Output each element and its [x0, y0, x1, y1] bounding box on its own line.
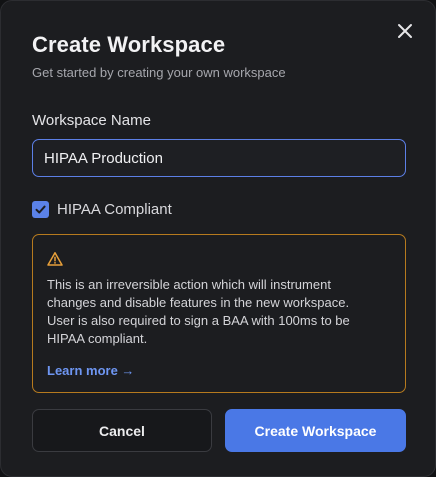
hipaa-checkbox-label: HIPAA Compliant	[57, 200, 172, 218]
dialog-title: Create Workspace	[32, 32, 226, 57]
warning-message: This is an irreversible action which wil…	[47, 277, 350, 346]
workspace-name-input[interactable]	[32, 139, 406, 177]
dialog-subtitle: Get started by creating your own workspa…	[32, 65, 286, 80]
create-workspace-dialog: Create Workspace Get started by creating…	[0, 0, 436, 477]
close-icon	[398, 24, 412, 38]
checkmark-icon	[35, 205, 46, 213]
hipaa-compliant-toggle[interactable]: HIPAA Compliant	[32, 199, 172, 219]
create-workspace-button[interactable]: Create Workspace	[225, 409, 406, 452]
close-button[interactable]	[393, 19, 417, 43]
learn-more-link[interactable]: Learn more →	[47, 363, 134, 378]
warning-triangle-icon	[47, 252, 63, 266]
hipaa-checkbox[interactable]	[32, 200, 49, 218]
workspace-name-label: Workspace Name	[32, 112, 151, 129]
cancel-button[interactable]: Cancel	[32, 409, 212, 452]
hipaa-warning-box: This is an irreversible action which wil…	[32, 234, 406, 393]
